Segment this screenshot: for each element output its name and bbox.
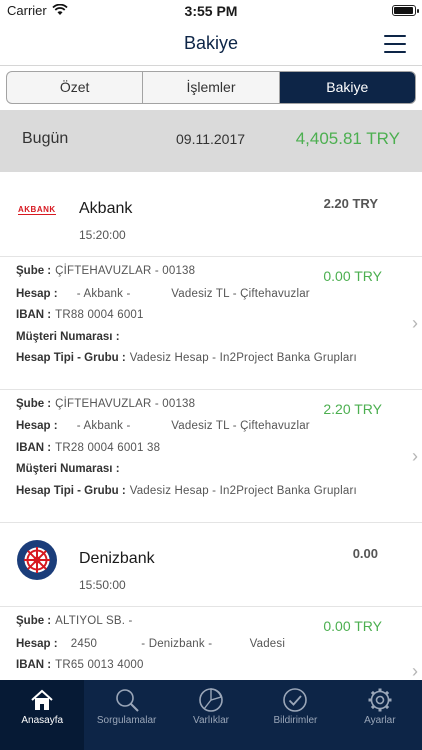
tab-varliklar[interactable]: Varlıklar [169, 680, 253, 750]
tab-islemler[interactable]: İşlemler [143, 72, 280, 103]
sube-value: ÇİFTEHAVUZLAR - 00138 [55, 398, 196, 410]
hesap-tipi-label: Hesap Tipi - Grubu : [16, 485, 126, 497]
bank-name: Akbank [79, 200, 133, 217]
hesap-value: - Akbank - Vadesiz TL - Çiftehavuzlar [76, 420, 310, 432]
bank-balance: 2.20 TRY [323, 196, 378, 211]
hesap-label: Hesap : [16, 288, 58, 300]
check-circle-icon [283, 688, 308, 712]
pie-chart-icon [199, 688, 223, 712]
hesap-value: 2450 - Denizbank - Vadesi [70, 638, 286, 650]
hamburger-menu-icon[interactable] [384, 35, 406, 53]
tab-anasayfa[interactable]: Anasayfa [0, 680, 85, 750]
hesap-tipi-value: Vadesiz Hesap - In2Project Banka Gruplar… [129, 352, 357, 364]
tab-bakiye[interactable]: Bakiye [279, 72, 415, 103]
account-balance: 0.00 TRY [323, 618, 382, 634]
iban-label: IBAN : [16, 442, 52, 454]
bank-time: 15:20:00 [79, 228, 126, 242]
chevron-right-icon[interactable]: › [412, 446, 418, 467]
iban-label: IBAN : [16, 309, 52, 321]
bottom-tab-bar: Anasayfa Sorgulamalar Varlıklar Bildirim… [0, 680, 422, 750]
hesap-value: - Akbank - Vadesiz TL - Çiftehavuzlar [76, 288, 310, 300]
iban-label: IBAN : [16, 659, 52, 671]
bank-header-denizbank[interactable]: Denizbank 15:50:00 0.00 [0, 523, 422, 607]
segmented-control: Özet İşlemler Bakiye [6, 71, 416, 104]
bank-balance: 0.00 [352, 546, 378, 561]
today-label: Bugün [22, 130, 69, 147]
hesap-label: Hesap : [16, 420, 58, 432]
today-date: 09.11.2017 [176, 131, 246, 147]
musteri-label: Müşteri Numarası : [16, 331, 120, 343]
tab-ozet[interactable]: Özet [7, 72, 144, 103]
tab-label: Anasayfa [21, 715, 64, 726]
bank-name: Denizbank [79, 550, 155, 567]
chevron-right-icon[interactable]: › [412, 661, 418, 680]
account-row[interactable]: Şube : ÇİFTEHAVUZLAR - 00138 0.00 TRY Hes… [0, 257, 422, 390]
hesap-tipi-value: Vadesiz Hesap - In2Project Banka Gruplar… [129, 485, 357, 497]
page-title: Bakiye [183, 33, 239, 53]
bank-header-akbank[interactable]: AKBANK Akbank 15:20:00 2.20 TRY [0, 173, 422, 257]
tab-label: Ayarlar [364, 715, 396, 726]
account-row[interactable]: Şube : ALTIYOL SB. - 0.00 TRY Hesap : 245… [0, 607, 422, 680]
tab-sorgulamalar[interactable]: Sorgulamalar [84, 680, 168, 750]
tab-label: Varlıklar [193, 715, 229, 726]
sube-label: Şube : [16, 615, 52, 627]
sube-label: Şube : [16, 398, 52, 410]
home-icon [31, 689, 53, 710]
gear-icon [368, 688, 392, 712]
today-summary: Bugün 09.11.2017 4,405.81 TRY [0, 110, 422, 172]
iban-value: TR88 0004 6001 [55, 309, 144, 321]
search-icon [115, 689, 139, 712]
musteri-label: Müşteri Numarası : [16, 463, 120, 475]
nav-bar: Bakiye [0, 22, 422, 66]
total-balance: 4,405.81 TRY [295, 129, 400, 148]
denizbank-logo [17, 540, 57, 580]
akbank-logo: AKBANK [18, 205, 56, 215]
tab-label: Bildirimler [273, 715, 318, 726]
sube-value: ÇİFTEHAVUZLAR - 00138 [55, 265, 196, 277]
account-row[interactable]: Şube : ÇİFTEHAVUZLAR - 00138 2.20 TRY Hes… [0, 390, 422, 523]
clock: 3:55 PM [184, 3, 238, 19]
bank-time: 15:50:00 [79, 578, 126, 592]
tab-label: Sorgulamalar [96, 715, 157, 726]
sube-value: ALTIYOL SB. - [55, 615, 133, 627]
iban-value: TR65 0013 4000 [55, 659, 144, 671]
status-bar: Carrier 3:55 PM [0, 0, 422, 22]
account-balance: 0.00 TRY [323, 268, 382, 284]
account-balance: 2.20 TRY [323, 401, 382, 417]
sube-label: Şube : [16, 265, 52, 277]
battery-icon [392, 5, 419, 16]
hesap-tipi-label: Hesap Tipi - Grubu : [16, 352, 126, 364]
tab-ayarlar[interactable]: Ayarlar [338, 680, 422, 750]
iban-value: TR28 0004 6001 38 [55, 442, 161, 454]
hesap-label: Hesap : [16, 638, 58, 650]
chevron-right-icon[interactable]: › [412, 313, 418, 334]
tab-bildirimler[interactable]: Bildirimler [253, 680, 337, 750]
